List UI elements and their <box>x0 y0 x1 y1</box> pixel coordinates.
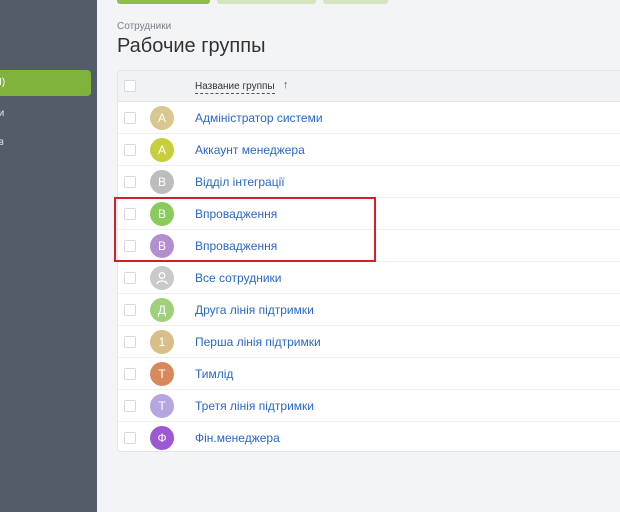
table-row[interactable]: А Адміністратор системи <box>118 102 620 134</box>
table-row[interactable]: А Аккаунт менеджера <box>118 134 620 166</box>
user-group-icon <box>150 266 174 290</box>
group-name-link[interactable]: Аккаунт менеджера <box>195 143 305 157</box>
row-checkbox[interactable] <box>124 400 136 412</box>
group-avatar: 1 <box>150 330 174 354</box>
row-checkbox[interactable] <box>124 272 136 284</box>
row-checkbox[interactable] <box>124 336 136 348</box>
row-checkbox[interactable] <box>124 432 136 444</box>
sidebar: Ы) ии ов <box>0 0 97 512</box>
sidebar-item-label: Ы) <box>0 77 6 88</box>
group-name-link[interactable]: Перша лінія підтримки <box>195 335 321 349</box>
group-name-link[interactable]: Друга лінія підтримки <box>195 303 314 317</box>
group-name-link[interactable]: Відділ інтеграції <box>195 175 285 189</box>
selection-highlight-box <box>114 197 376 262</box>
select-all-checkbox[interactable] <box>124 80 136 92</box>
table-row[interactable]: Все сотрудники <box>118 262 620 294</box>
group-avatar: Т <box>150 394 174 418</box>
row-checkbox[interactable] <box>124 304 136 316</box>
breadcrumb[interactable]: Сотрудники <box>117 21 171 32</box>
row-checkbox[interactable] <box>124 176 136 188</box>
row-checkbox[interactable] <box>124 112 136 124</box>
group-avatar: Т <box>150 362 174 386</box>
table-header: Название группы ↑ <box>118 71 620 102</box>
group-name-link[interactable]: Адміністратор системи <box>195 111 323 125</box>
column-header-name[interactable]: Название группы <box>195 81 275 94</box>
table-row[interactable]: В Відділ інтеграції <box>118 166 620 198</box>
table-row[interactable]: Т Третя лінія підтримки <box>118 390 620 422</box>
group-name-link[interactable]: Все сотрудники <box>195 271 281 285</box>
toolbar-button[interactable] <box>217 0 316 4</box>
group-name-link[interactable]: Тимлід <box>195 367 233 381</box>
arrow-up-icon[interactable]: ↑ <box>283 79 289 91</box>
group-avatar: В <box>150 170 174 194</box>
table-row[interactable]: 1 Перша лінія підтримки <box>118 326 620 358</box>
group-avatar: А <box>150 138 174 162</box>
table-row[interactable]: Т Тимлід <box>118 358 620 390</box>
group-avatar: А <box>150 106 174 130</box>
table-row[interactable]: Д Друга лінія підтримки <box>118 294 620 326</box>
sidebar-item-label: ов <box>0 137 4 148</box>
group-avatar: Д <box>150 298 174 322</box>
toolbar-button-primary[interactable] <box>117 0 210 4</box>
row-checkbox[interactable] <box>124 144 136 156</box>
sidebar-item-label: ии <box>0 108 5 119</box>
group-name-link[interactable]: Третя лінія підтримки <box>195 399 314 413</box>
page-title: Рабочие группы <box>117 35 266 57</box>
row-checkbox[interactable] <box>124 368 136 380</box>
sidebar-item-active[interactable]: Ы) <box>0 70 91 96</box>
table-row[interactable]: Ф Фін.менеджера <box>118 422 620 451</box>
group-avatar: Ф <box>150 426 174 450</box>
toolbar-button[interactable] <box>323 0 388 4</box>
group-name-link[interactable]: Фін.менеджера <box>195 431 280 445</box>
